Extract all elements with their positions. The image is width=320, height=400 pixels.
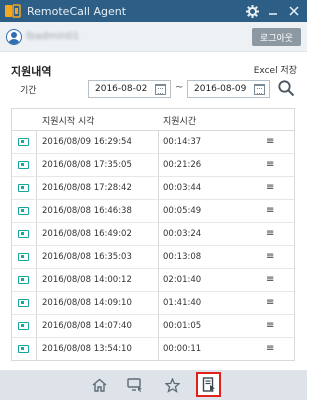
settings-gear-icon[interactable] [243, 2, 261, 20]
history-table: 지원시작 시각 지원시간 2016/08/09 16:29:54 00:14:37… [11, 108, 295, 361]
remote-session-icon [18, 230, 29, 238]
column-header-start-time: 지원시작 시각 [42, 117, 95, 127]
remote-session-icon [18, 184, 29, 192]
row-menu-icon[interactable]: ≡ [266, 297, 274, 308]
bottom-nav [0, 370, 307, 400]
start-time-cell: 2016/08/08 14:00:12 [42, 275, 132, 285]
home-icon[interactable] [88, 374, 110, 396]
table-row[interactable]: 2016/08/08 14:00:12 02:01:40 ≡ [12, 269, 294, 292]
remote-session-icon [18, 161, 29, 169]
user-bar: lbadmin01 로그아웃 [0, 22, 307, 52]
remote-session-icon[interactable] [124, 374, 146, 396]
table-header: 지원시작 시각 지원시간 [12, 109, 294, 131]
start-time-cell: 2016/08/08 16:49:02 [42, 229, 132, 239]
end-date-value: 2016-08-09 [194, 84, 247, 94]
start-date-value: 2016-08-02 [95, 84, 148, 94]
minimize-icon[interactable] [264, 2, 282, 20]
start-time-cell: 2016/08/08 14:09:10 [42, 298, 132, 308]
column-header-duration: 지원시간 [163, 117, 197, 127]
row-menu-icon[interactable]: ≡ [266, 182, 274, 193]
period-label: 기간 [20, 86, 37, 96]
date-range-separator: ~ [175, 82, 184, 93]
start-time-cell: 2016/08/08 14:07:40 [42, 321, 132, 331]
start-time-cell: 2016/08/08 17:28:42 [42, 183, 132, 193]
remote-session-icon [18, 276, 29, 284]
start-date-field[interactable]: 2016-08-02 [88, 80, 171, 98]
row-menu-icon[interactable]: ≡ [266, 205, 274, 216]
table-row[interactable]: 2016/08/08 14:09:10 01:41:40 ≡ [12, 292, 294, 315]
avatar-icon [6, 29, 22, 45]
duration-cell: 00:01:05 [163, 321, 202, 331]
start-time-cell: 2016/08/08 13:54:10 [42, 344, 132, 354]
favorite-star-icon[interactable] [161, 374, 183, 396]
row-menu-icon[interactable]: ≡ [266, 251, 274, 262]
logout-button[interactable]: 로그아웃 [252, 28, 301, 46]
remote-session-icon [18, 345, 29, 353]
excel-save-link[interactable]: Excel 저장 [254, 63, 297, 76]
duration-cell: 00:03:44 [163, 183, 202, 193]
calendar-icon[interactable] [254, 83, 265, 95]
table-row[interactable]: 2016/08/08 17:28:42 00:03:44 ≡ [12, 177, 294, 200]
table-row[interactable]: 2016/08/08 17:35:05 00:21:26 ≡ [12, 154, 294, 177]
row-menu-icon[interactable]: ≡ [266, 228, 274, 239]
row-menu-icon[interactable]: ≡ [266, 343, 274, 354]
start-time-cell: 2016/08/08 17:35:05 [42, 160, 132, 170]
duration-cell: 00:00:11 [163, 344, 202, 354]
search-icon[interactable] [277, 79, 295, 97]
table-row[interactable]: 2016/08/08 13:54:10 00:00:11 ≡ [12, 338, 294, 360]
close-icon[interactable] [285, 2, 303, 20]
remote-session-icon [18, 253, 29, 261]
table-row[interactable]: 2016/08/08 16:35:03 00:13:08 ≡ [12, 246, 294, 269]
title-bar: RemoteCall Agent [0, 0, 307, 22]
row-menu-icon[interactable]: ≡ [266, 136, 274, 147]
end-date-field[interactable]: 2016-08-09 [187, 80, 270, 98]
duration-cell: 02:01:40 [163, 275, 202, 285]
duration-cell: 00:03:24 [163, 229, 202, 239]
start-time-cell: 2016/08/08 16:46:38 [42, 206, 132, 216]
duration-cell: 00:21:26 [163, 160, 202, 170]
page-title: 지원내역 [11, 65, 52, 78]
duration-cell: 00:14:37 [163, 137, 202, 147]
remote-session-icon [18, 299, 29, 307]
table-row[interactable]: 2016/08/08 16:49:02 00:03:24 ≡ [12, 223, 294, 246]
history-report-icon[interactable] [196, 372, 221, 397]
row-menu-icon[interactable]: ≡ [266, 159, 274, 170]
username: lbadmin01 [26, 31, 80, 42]
duration-cell: 00:13:08 [163, 252, 202, 262]
remote-session-icon [18, 138, 29, 146]
row-menu-icon[interactable]: ≡ [266, 274, 274, 285]
app-title: RemoteCall Agent [27, 4, 127, 18]
table-row[interactable]: 2016/08/08 14:07:40 00:01:05 ≡ [12, 315, 294, 338]
remote-session-icon [18, 207, 29, 215]
remote-session-icon [18, 322, 29, 330]
table-row[interactable]: 2016/08/09 16:29:54 00:14:37 ≡ [12, 131, 294, 154]
duration-cell: 00:05:49 [163, 206, 202, 216]
start-time-cell: 2016/08/08 16:35:03 [42, 252, 132, 262]
table-row[interactable]: 2016/08/08 16:46:38 00:05:49 ≡ [12, 200, 294, 223]
duration-cell: 01:41:40 [163, 298, 202, 308]
row-menu-icon[interactable]: ≡ [266, 320, 274, 331]
calendar-icon[interactable] [155, 83, 166, 95]
app-logo-icon [5, 4, 21, 18]
start-time-cell: 2016/08/09 16:29:54 [42, 137, 132, 147]
